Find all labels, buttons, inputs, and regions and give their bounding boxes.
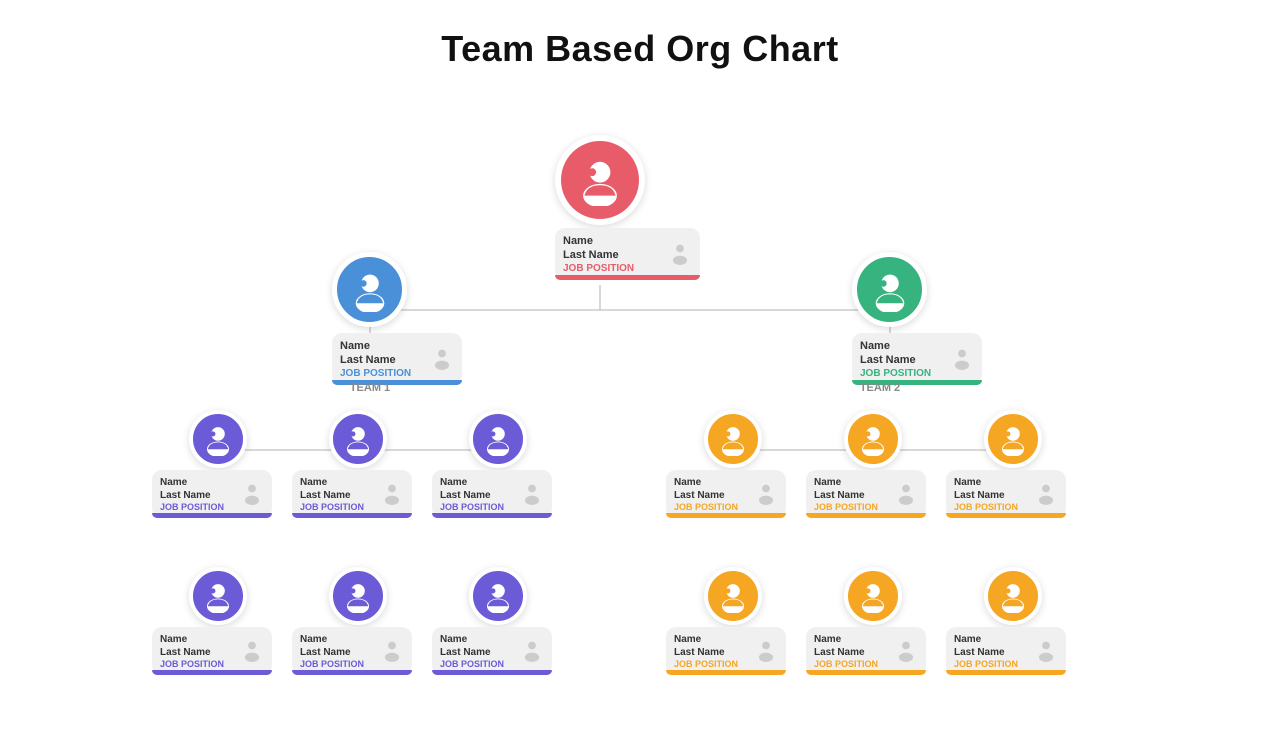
avatar-t2r1m3: [984, 410, 1042, 468]
card-t2r2m3: Name Last Name JOB POSITION: [946, 627, 1066, 675]
team1-label: TEAM 1: [310, 382, 430, 394]
avatar-l1-right: [852, 252, 927, 327]
avatar-t1r1m2: [329, 410, 387, 468]
card-t1r1m2: Name Last Name JOB POSITION: [292, 470, 412, 518]
avatar-t2r2m1: [704, 567, 762, 625]
card-t1r2m3: Name Last Name JOB POSITION: [432, 627, 552, 675]
card-l1-left: Name Last Name JOB POSITION: [332, 333, 462, 385]
avatar-t1r2m1: [189, 567, 247, 625]
avatar-l1-left: [332, 252, 407, 327]
team2-label: TEAM 2: [820, 382, 940, 394]
avatar-t1r1m1: [189, 410, 247, 468]
avatar-t1r2m3: [469, 567, 527, 625]
avatar-t2r2m2: [844, 567, 902, 625]
chart-wrapper: Name Last Name JOB POSITION Name Last Na…: [0, 80, 1280, 740]
avatar-t2r2m3: [984, 567, 1042, 625]
avatar-root: [555, 135, 645, 225]
card-t1r2m1: Name Last Name JOB POSITION: [152, 627, 272, 675]
card-root: Name Last Name JOB POSITION: [555, 228, 700, 280]
avatar-t2r1m1: [704, 410, 762, 468]
avatar-t1r2m2: [329, 567, 387, 625]
page-title: Team Based Org Chart: [0, 0, 1280, 80]
card-t2r1m2: Name Last Name JOB POSITION: [806, 470, 926, 518]
avatar-t1r1m3: [469, 410, 527, 468]
card-t1r2m2: Name Last Name JOB POSITION: [292, 627, 412, 675]
avatar-t2r1m2: [844, 410, 902, 468]
card-l1-right: Name Last Name JOB POSITION: [852, 333, 982, 385]
card-t1r1m1: Name Last Name JOB POSITION: [152, 470, 272, 518]
card-t2r1m3: Name Last Name JOB POSITION: [946, 470, 1066, 518]
card-t2r1m1: Name Last Name JOB POSITION: [666, 470, 786, 518]
card-t2r2m2: Name Last Name JOB POSITION: [806, 627, 926, 675]
card-t1r1m3: Name Last Name JOB POSITION: [432, 470, 552, 518]
card-t2r2m1: Name Last Name JOB POSITION: [666, 627, 786, 675]
